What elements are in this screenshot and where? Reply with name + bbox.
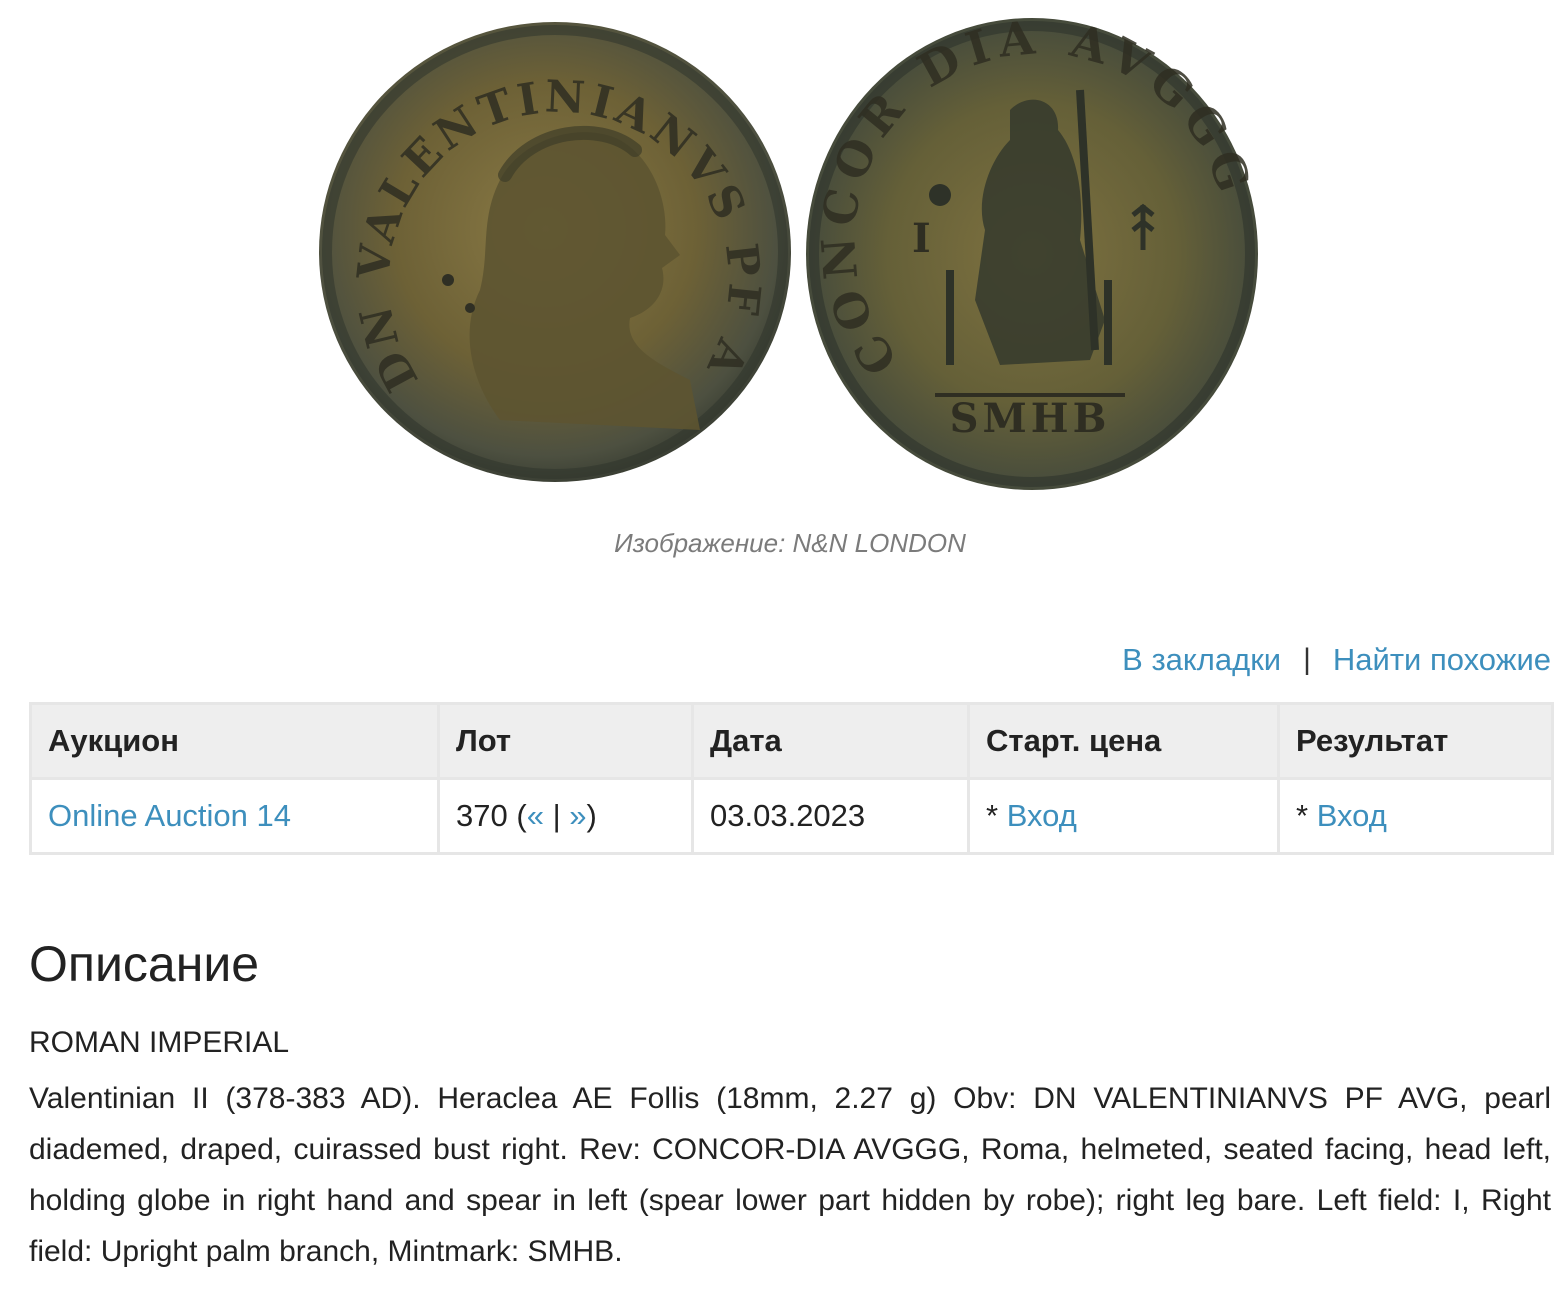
start-price-cell: * Вход bbox=[967, 777, 1280, 855]
bookmark-link[interactable]: В закладки bbox=[1122, 642, 1281, 678]
start-price-login-link[interactable]: Вход bbox=[1007, 798, 1077, 833]
column-header-start-price: Старт. цена bbox=[967, 702, 1280, 780]
description-text: Valentinian II (378-383 AD). Heraclea AE… bbox=[29, 1082, 1551, 1268]
mintmark: SMHB bbox=[950, 395, 1111, 442]
description-category: ROMAN IMPERIAL bbox=[29, 1026, 290, 1059]
next-lot-link[interactable]: » bbox=[569, 798, 586, 833]
column-header-lot: Лот bbox=[437, 702, 694, 780]
date-cell: 03.03.2023 bbox=[691, 777, 970, 855]
lot-number: 370 bbox=[456, 798, 508, 833]
column-header-date: Дата bbox=[691, 702, 970, 780]
coin-obverse: DN VALENTINIANVS PF AVG bbox=[0, 0, 791, 482]
lot-table: Аукцион Лот Дата Старт. цена Результат O… bbox=[29, 702, 1554, 855]
auction-link[interactable]: Online Auction 14 bbox=[48, 798, 291, 833]
find-similar-link[interactable]: Найти похожие bbox=[1333, 642, 1551, 678]
coin-image: DN VALENTINIANVS PF AVG I CONCOR DIA AVG… bbox=[0, 0, 1258, 490]
result-cell: * Вход bbox=[1277, 777, 1554, 855]
image-caption: Изображение: N&N LONDON bbox=[614, 528, 966, 558]
description-title: Описание bbox=[29, 936, 260, 992]
reverse-field-left: I bbox=[912, 215, 931, 262]
lot-paren-open: ( bbox=[516, 798, 527, 833]
lot-nav-separator: | bbox=[552, 798, 561, 833]
column-header-auction: Аукцион bbox=[29, 702, 440, 780]
auction-cell: Online Auction 14 bbox=[29, 777, 440, 855]
start-price-asterisk: * bbox=[986, 798, 999, 833]
lot-actions: В закладки | Найти похожие bbox=[1122, 642, 1551, 678]
lot-paren-close: ) bbox=[586, 798, 597, 833]
result-asterisk: * bbox=[1296, 798, 1309, 833]
coin-reverse: I CONCOR DIA AVGGG SMHB bbox=[806, 10, 1258, 490]
previous-lot-link[interactable]: « bbox=[527, 798, 544, 833]
table-row: Online Auction 14 370 (« | ») 03.03.2023… bbox=[29, 777, 1554, 855]
result-login-link[interactable]: Вход bbox=[1317, 798, 1387, 833]
column-header-result: Результат bbox=[1277, 702, 1554, 780]
lot-cell: 370 (« | ») bbox=[437, 777, 694, 855]
table-header-row: Аукцион Лот Дата Старт. цена Результат bbox=[29, 702, 1554, 780]
actions-separator: | bbox=[1303, 643, 1311, 676]
